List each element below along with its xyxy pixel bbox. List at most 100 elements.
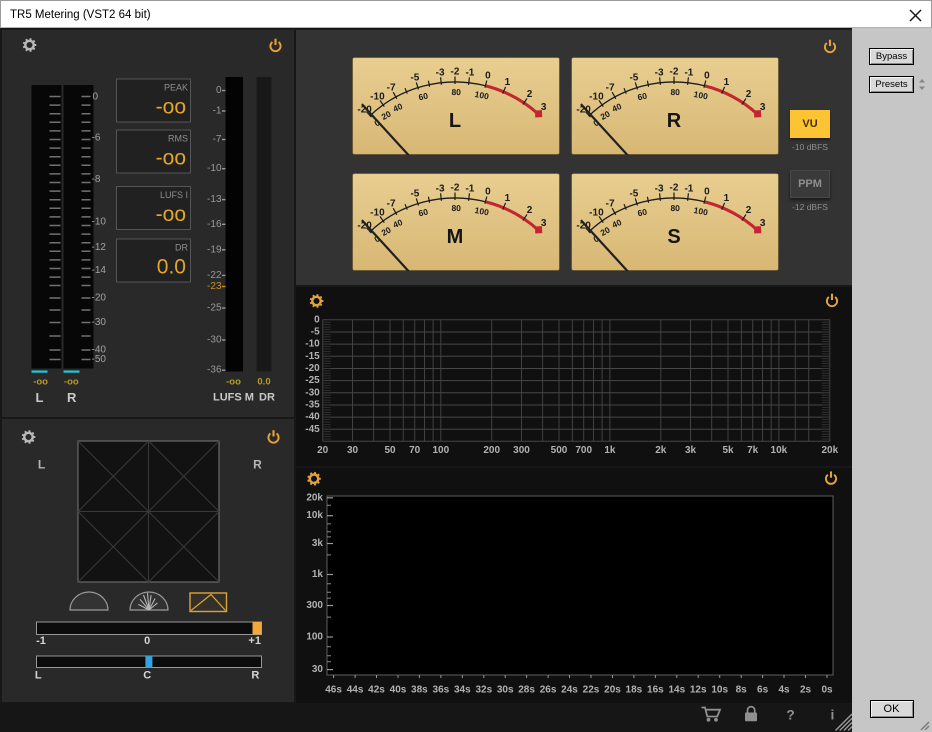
svg-text:80: 80 [451, 87, 461, 97]
svg-text:3: 3 [759, 102, 765, 113]
svg-text:2s: 2s [800, 685, 812, 696]
svg-text:S: S [667, 226, 680, 248]
svg-text:6s: 6s [757, 685, 769, 696]
svg-text:18s: 18s [626, 685, 643, 696]
svg-text:-6: -6 [92, 133, 101, 144]
svg-text:0: 0 [485, 186, 491, 197]
svg-text:-10: -10 [589, 207, 604, 218]
svg-text:-16: -16 [207, 219, 222, 230]
svg-text:0: 0 [704, 71, 710, 82]
svg-text:-oo: -oo [156, 147, 186, 170]
svg-text:2k: 2k [655, 445, 667, 456]
svg-text:-5: -5 [311, 327, 320, 338]
svg-text:-5: -5 [629, 188, 638, 199]
svg-text:1: 1 [505, 193, 511, 204]
svg-text:-20: -20 [305, 363, 320, 374]
svg-text:-5: -5 [410, 73, 419, 84]
svg-text:-oo: -oo [64, 377, 79, 388]
svg-text:-10: -10 [92, 217, 107, 228]
svg-text:R: R [666, 110, 681, 132]
svg-text:-10: -10 [589, 91, 604, 102]
svg-text:30: 30 [312, 664, 324, 675]
svg-text:700: 700 [575, 445, 592, 456]
svg-text:10s: 10s [711, 685, 728, 696]
svg-text:-3: -3 [436, 183, 445, 194]
svg-text:-2: -2 [669, 67, 678, 78]
svg-text:12s: 12s [690, 685, 707, 696]
svg-text:38s: 38s [411, 685, 428, 696]
svg-text:16s: 16s [647, 685, 664, 696]
svg-text:1: 1 [505, 77, 511, 88]
svg-text:-1: -1 [684, 183, 693, 194]
svg-text:2: 2 [745, 205, 751, 216]
svg-text:44s: 44s [347, 685, 364, 696]
svg-text:-2: -2 [669, 182, 678, 193]
svg-text:1: 1 [723, 77, 729, 88]
svg-text:L: L [38, 458, 45, 472]
svg-text:-7: -7 [605, 198, 614, 209]
svg-text:28s: 28s [518, 685, 535, 696]
svg-text:L: L [449, 110, 461, 132]
svg-text:0s: 0s [821, 685, 833, 696]
svg-text:LUFS M: LUFS M [213, 392, 254, 404]
svg-text:46s: 46s [325, 685, 342, 696]
svg-text:-25: -25 [305, 375, 320, 386]
svg-text:-7: -7 [213, 134, 222, 145]
svg-text:0.0: 0.0 [257, 377, 270, 388]
svg-text:-3: -3 [436, 67, 445, 78]
svg-text:?: ? [786, 707, 795, 723]
svg-text:-19: -19 [207, 244, 222, 255]
svg-text:0: 0 [314, 314, 320, 325]
svg-text:8s: 8s [736, 685, 748, 696]
svg-text:-30: -30 [92, 317, 107, 328]
svg-text:20k: 20k [306, 492, 323, 503]
svg-text:80: 80 [670, 202, 680, 212]
svg-text:-13: -13 [207, 194, 222, 205]
svg-text:-22: -22 [207, 270, 222, 281]
svg-text:3: 3 [541, 102, 547, 113]
svg-text:300: 300 [513, 445, 530, 456]
svg-text:0: 0 [144, 635, 150, 647]
svg-text:-14: -14 [92, 265, 107, 276]
svg-text:-25: -25 [207, 303, 222, 314]
svg-text:100: 100 [306, 632, 323, 643]
svg-text:-1: -1 [465, 183, 474, 194]
svg-text:+1: +1 [248, 635, 261, 647]
svg-text:-30: -30 [207, 335, 222, 346]
svg-text:0: 0 [704, 186, 710, 197]
svg-text:1: 1 [723, 193, 729, 204]
svg-text:-3: -3 [654, 183, 663, 194]
svg-text:26s: 26s [540, 685, 557, 696]
svg-text:20k: 20k [821, 445, 838, 456]
svg-text:-1: -1 [465, 67, 474, 78]
svg-text:-oo: -oo [156, 96, 186, 119]
svg-text:24s: 24s [561, 685, 578, 696]
svg-text:32s: 32s [475, 685, 492, 696]
svg-text:20: 20 [317, 445, 329, 456]
svg-text:0: 0 [93, 92, 99, 103]
svg-text:i: i [831, 707, 835, 723]
svg-text:-10: -10 [370, 91, 385, 102]
svg-text:30: 30 [347, 445, 359, 456]
svg-text:-20: -20 [92, 293, 107, 304]
svg-text:500: 500 [551, 445, 568, 456]
svg-text:300: 300 [306, 600, 323, 611]
svg-text:-1: -1 [213, 106, 222, 117]
svg-text:22s: 22s [583, 685, 600, 696]
svg-text:3: 3 [541, 218, 547, 229]
svg-text:-7: -7 [387, 198, 396, 209]
svg-text:-7: -7 [605, 83, 614, 94]
svg-text:2: 2 [527, 205, 533, 216]
svg-text:4s: 4s [778, 685, 790, 696]
svg-text:10k: 10k [771, 445, 788, 456]
svg-text:34s: 34s [454, 685, 471, 696]
svg-text:3k: 3k [312, 538, 324, 549]
svg-text:L: L [36, 390, 44, 405]
svg-text:-50: -50 [92, 354, 107, 365]
svg-text:80: 80 [451, 202, 461, 212]
svg-text:L: L [35, 670, 42, 682]
svg-text:-3: -3 [654, 67, 663, 78]
svg-text:1k: 1k [604, 445, 616, 456]
svg-text:-15: -15 [305, 351, 320, 362]
svg-text:80: 80 [670, 87, 680, 97]
